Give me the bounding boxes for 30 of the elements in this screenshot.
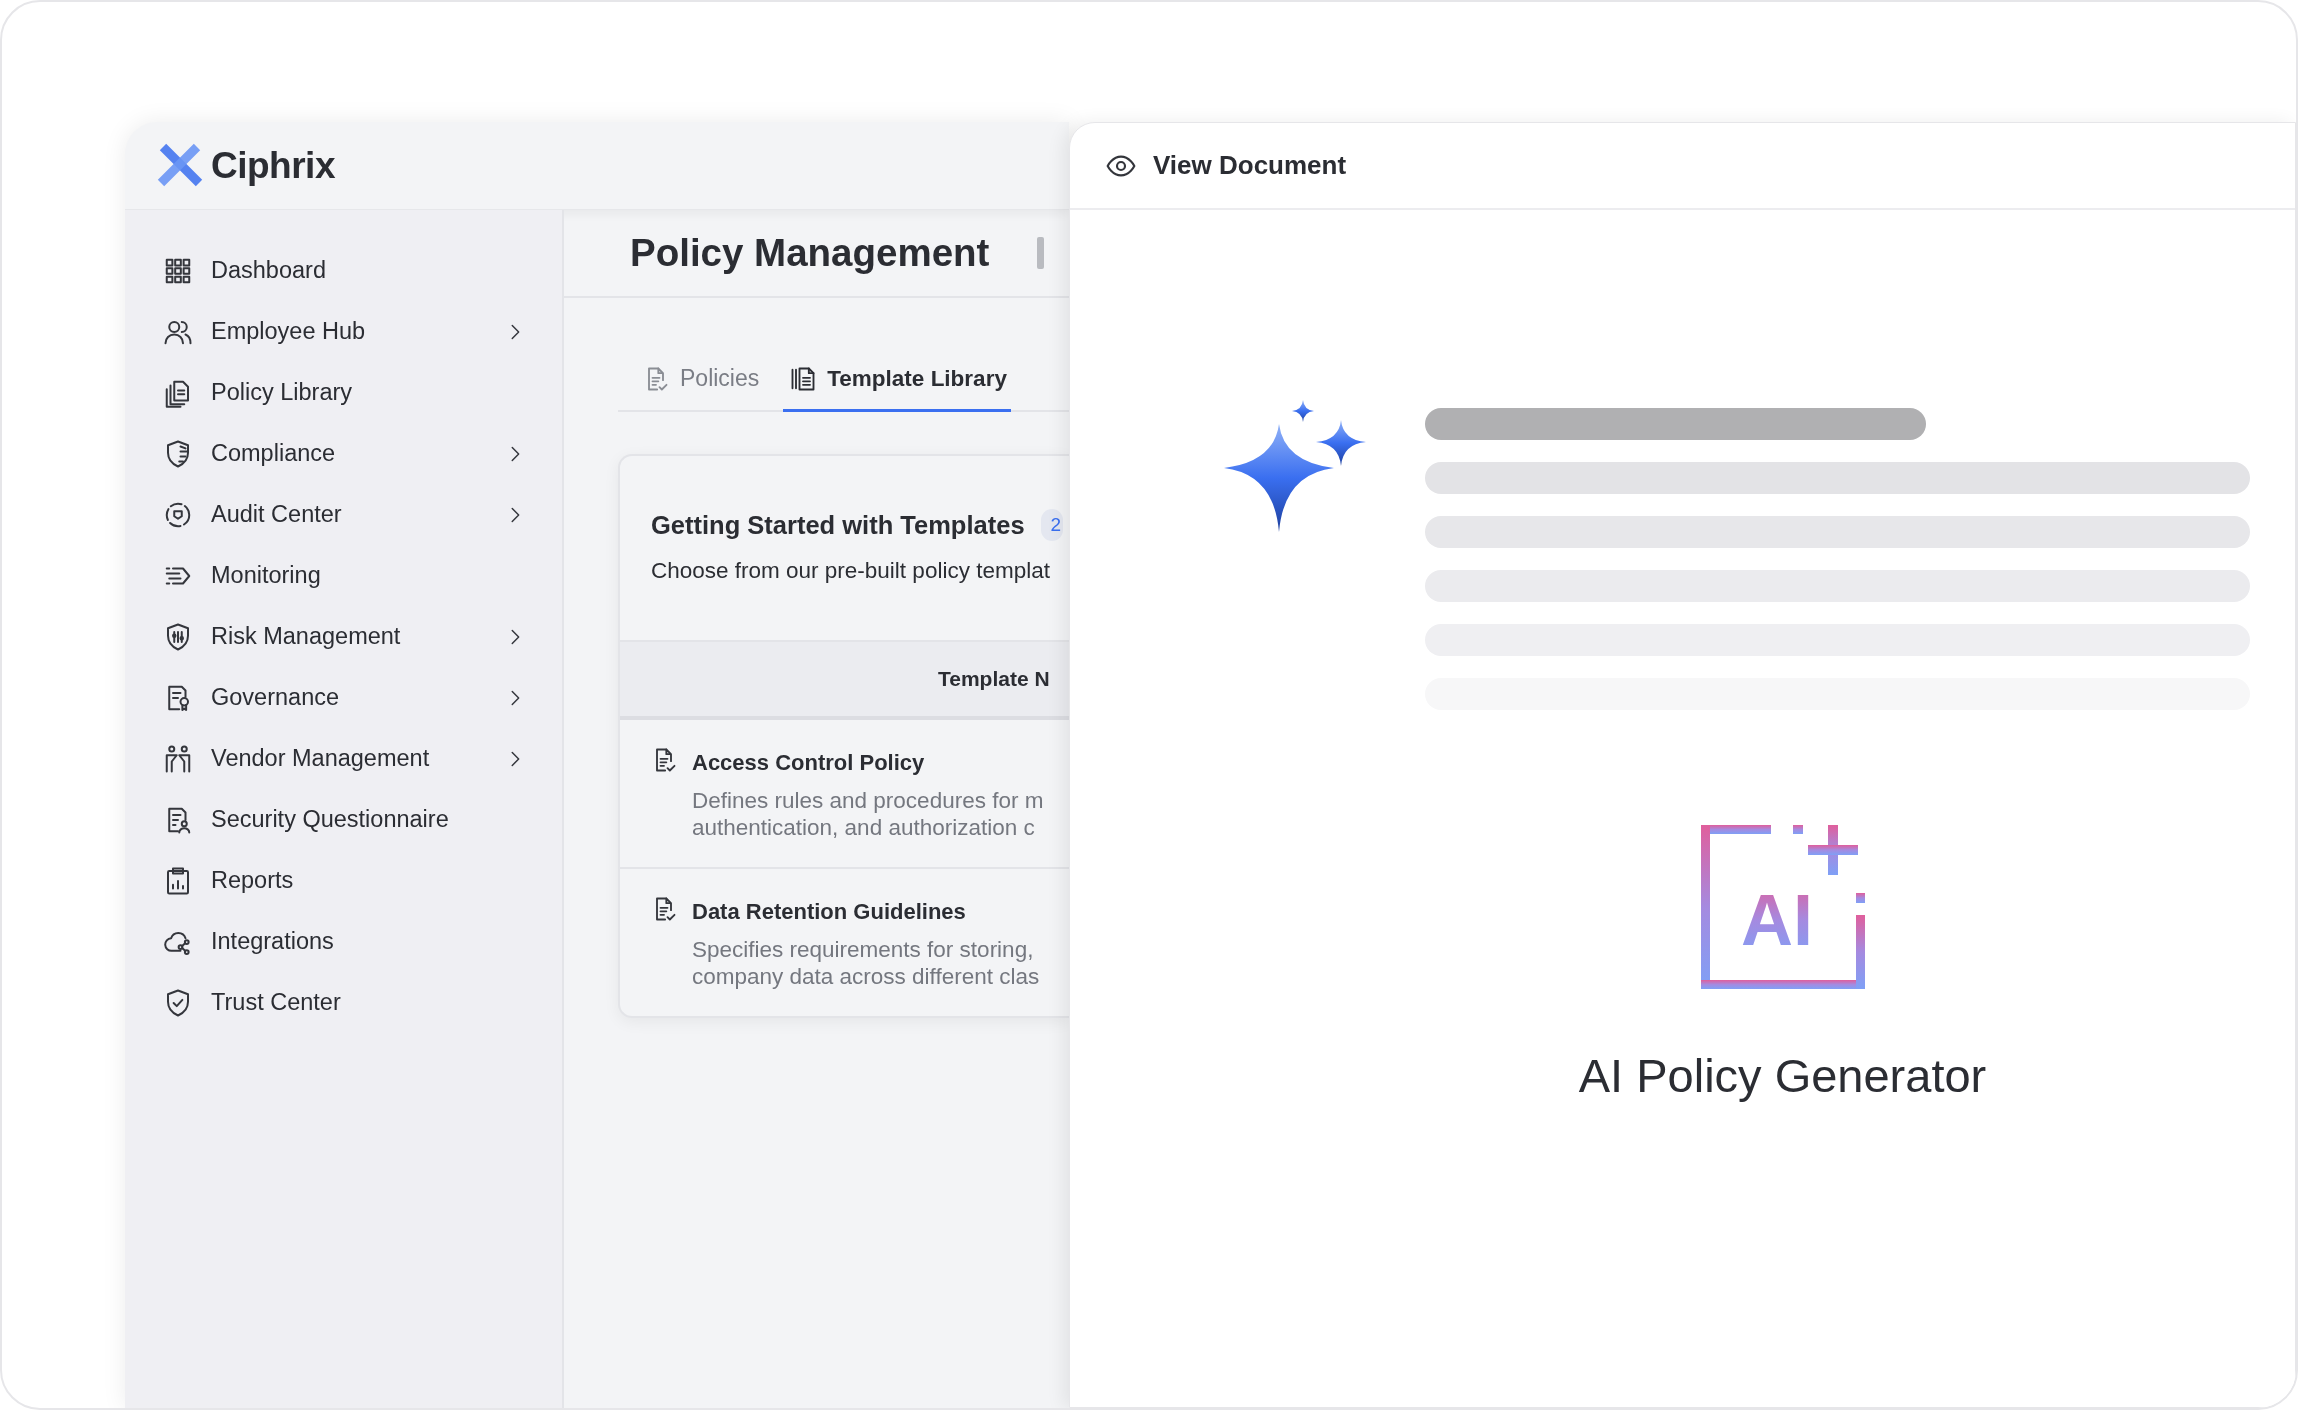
sidebar-item[interactable]: Integrations [157,911,562,972]
sidebar-item[interactable]: Reports [157,850,562,911]
tab[interactable]: Policies [636,348,764,412]
template-name: Data Retention Guidelines [692,898,967,926]
sidebar-item[interactable]: Compliance [157,423,562,484]
sidebar-item[interactable]: Employee Hub [157,301,562,362]
panel-title: View Document [1153,149,1347,182]
count-badge: 2 [1040,508,1064,542]
template-description: Defines rules and procedures for m authentication, and authorization c [692,787,1044,841]
column-header: Template N [938,666,1050,693]
logo-icon [157,142,203,189]
brand-name: Ciphrix [211,143,335,188]
page-title: Policy Management [630,229,990,276]
ai-logo: AI [1700,825,1865,989]
generator-title: AI Policy Generator [1578,1048,1987,1104]
tab[interactable]: Template Library [783,348,1011,412]
sidebar-item[interactable]: Security Questionnaire [157,789,562,850]
template-name: Access Control Policy [692,749,926,777]
title-divider [1037,237,1045,269]
sidebar-item[interactable]: Governance [157,667,562,728]
card-title: Getting Started with Templates [651,510,1025,541]
sidebar-item[interactable]: Monitoring [157,545,562,606]
sidebar-item[interactable]: Audit Center [157,484,562,545]
template-description: Specifies requirements for storing, company data across different clas [692,936,1040,990]
sidebar-item[interactable]: Policy Library [157,362,562,423]
sidebar-item[interactable]: Dashboard [157,240,562,301]
sidebar-item[interactable]: Risk Management [157,606,562,667]
card-subtitle: Choose from our pre-built policy templat [651,557,1051,586]
sidebar-item[interactable]: Trust Center [157,972,562,1033]
sidebar-item[interactable]: Vendor Management [157,728,562,789]
